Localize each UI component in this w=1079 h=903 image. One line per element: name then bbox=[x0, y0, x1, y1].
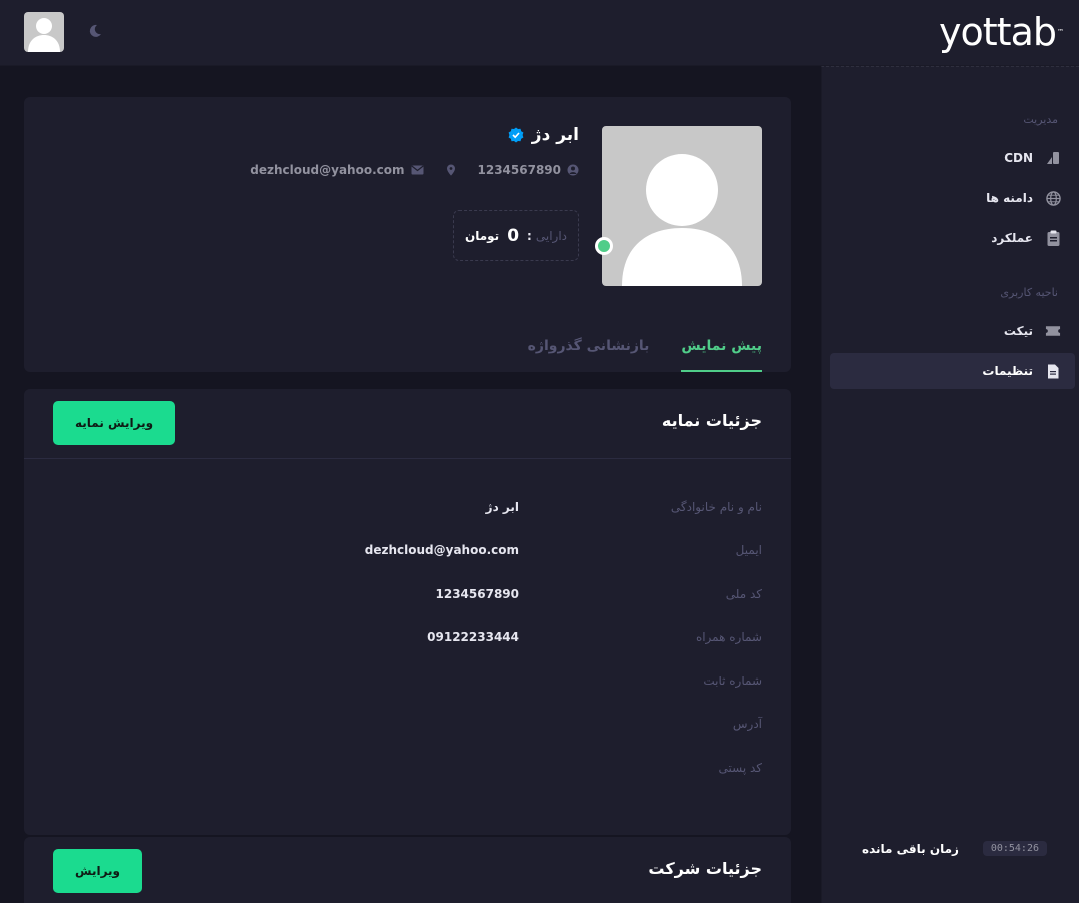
row-value: ابر دژ bbox=[485, 499, 519, 514]
profile-card: ابر دژ 1234567890 dezhcloud@yahoo.com دا… bbox=[24, 97, 791, 372]
row-label: شماره ثابت bbox=[703, 673, 762, 688]
sidebar-item-label: تنظیمات bbox=[982, 364, 1033, 378]
profile-meta: 1234567890 dezhcloud@yahoo.com bbox=[228, 163, 579, 177]
row-label: کد پستی bbox=[718, 760, 763, 775]
sidebar-item-domains[interactable]: دامنه ها bbox=[830, 180, 1075, 216]
sidebar-section-user: ناحیه کاربری bbox=[1000, 286, 1058, 299]
national-code-meta: 1234567890 bbox=[478, 163, 580, 177]
sidebar-item-label: تیکت bbox=[1003, 324, 1033, 338]
balance-colon: : bbox=[527, 228, 532, 243]
details-row-national-code: کد ملی 1234567890 bbox=[365, 572, 763, 616]
balance-unit: تومان bbox=[464, 228, 500, 243]
profile-tabs: پیش نمایش بازنشانی گذرواژه bbox=[528, 328, 762, 372]
logo-text: yottab bbox=[939, 10, 1057, 54]
row-label: ایمیل bbox=[735, 543, 762, 558]
clipboard-icon bbox=[1045, 230, 1061, 246]
user-avatar[interactable] bbox=[24, 12, 64, 52]
top-bar: yottab™ bbox=[0, 0, 1079, 66]
profile-name-row: ابر دژ bbox=[508, 125, 579, 145]
card-title: جزئیات شرکت bbox=[648, 859, 762, 878]
balance-value: 0 bbox=[507, 225, 520, 246]
row-value: 09122233444 bbox=[427, 630, 519, 645]
row-label: شماره همراه bbox=[695, 630, 762, 645]
card-header: جزئیات شرکت ویرایش bbox=[24, 837, 791, 903]
sidebar-item-settings[interactable]: تنظیمات bbox=[830, 353, 1075, 389]
envelope-icon bbox=[410, 165, 424, 175]
balance-box: دارایی : 0 تومان bbox=[453, 210, 579, 261]
sidebar-item-ticket[interactable]: تیکت bbox=[830, 313, 1075, 349]
sidebar-item-label: CDN bbox=[1004, 151, 1033, 165]
card-title: جزئیات نمایه bbox=[661, 411, 762, 430]
company-details-card: جزئیات شرکت ویرایش bbox=[24, 837, 791, 903]
sidebar-item-cdn[interactable]: CDN bbox=[830, 140, 1075, 176]
timer-value: 00:54:26 bbox=[982, 841, 1047, 856]
sidebar-section-management: مدیریت bbox=[1023, 113, 1058, 126]
details-row-postal-code: کد پستی bbox=[365, 746, 763, 790]
moon-icon bbox=[89, 24, 101, 37]
profile-name: ابر دژ bbox=[531, 125, 579, 145]
user-circle-icon bbox=[567, 164, 579, 176]
card-header: جزئیات نمایه ویرایش نمایه bbox=[24, 389, 791, 459]
row-label: کد ملی bbox=[725, 586, 762, 601]
national-code-text: 1234567890 bbox=[477, 163, 562, 177]
details-row-email: ایمیل dezhcloud@yahoo.com bbox=[365, 529, 762, 573]
sidebar-item-label: دامنه ها bbox=[986, 191, 1033, 205]
online-status-dot bbox=[595, 237, 613, 255]
row-label: آدرس bbox=[732, 717, 762, 732]
location-pin-icon bbox=[446, 164, 455, 176]
details-row-fullname: نام و نام خانوادگی ابر دژ bbox=[365, 485, 762, 529]
details-row-address: آدرس bbox=[365, 703, 762, 747]
dark-mode-toggle[interactable] bbox=[84, 20, 106, 42]
details-row-landline: شماره ثابت bbox=[365, 659, 762, 703]
edit-profile-button[interactable]: ویرایش نمایه bbox=[53, 401, 176, 445]
globe-icon bbox=[1045, 190, 1061, 206]
ticket-icon bbox=[1045, 323, 1061, 339]
cdn-icon bbox=[1045, 150, 1061, 166]
row-value: dezhcloud@yahoo.com bbox=[364, 543, 519, 558]
verified-badge-icon bbox=[508, 127, 524, 143]
balance-label: دارایی bbox=[535, 228, 568, 243]
tab-reset-password[interactable]: بازنشانی گذرواژه bbox=[528, 328, 650, 372]
email-meta: dezhcloud@yahoo.com bbox=[250, 163, 424, 177]
profile-details-card: جزئیات نمایه ویرایش نمایه نام و نام خانو… bbox=[24, 389, 791, 835]
location-meta bbox=[446, 164, 456, 176]
avatar-silhouette-icon bbox=[622, 154, 742, 286]
row-value: 1234567890 bbox=[435, 586, 520, 601]
sidebar: مدیریت CDN دامنه ها عملکرد ناحیه کاربری … bbox=[821, 66, 1079, 903]
row-label: نام و نام خانوادگی bbox=[670, 499, 762, 514]
edit-company-button[interactable]: ویرایش bbox=[53, 849, 143, 893]
yottab-logo[interactable]: yottab™ bbox=[939, 10, 1064, 54]
session-timer: 00:54:26 زمان باقی مانده bbox=[862, 841, 1047, 856]
details-list: نام و نام خانوادگی ابر دژ ایمیل dezhclou… bbox=[365, 485, 762, 790]
tab-preview[interactable]: پیش نمایش bbox=[681, 328, 762, 372]
avatar-silhouette-icon bbox=[28, 18, 60, 52]
sidebar-item-performance[interactable]: عملکرد bbox=[830, 220, 1075, 256]
profile-avatar bbox=[602, 126, 762, 286]
logo-trademark: ™ bbox=[1057, 28, 1064, 36]
document-icon bbox=[1045, 363, 1061, 379]
details-row-mobile: شماره همراه 09122233444 bbox=[365, 616, 762, 660]
timer-label: زمان باقی مانده bbox=[862, 841, 959, 856]
sidebar-item-label: عملکرد bbox=[991, 231, 1033, 245]
email-text: dezhcloud@yahoo.com bbox=[250, 163, 405, 177]
